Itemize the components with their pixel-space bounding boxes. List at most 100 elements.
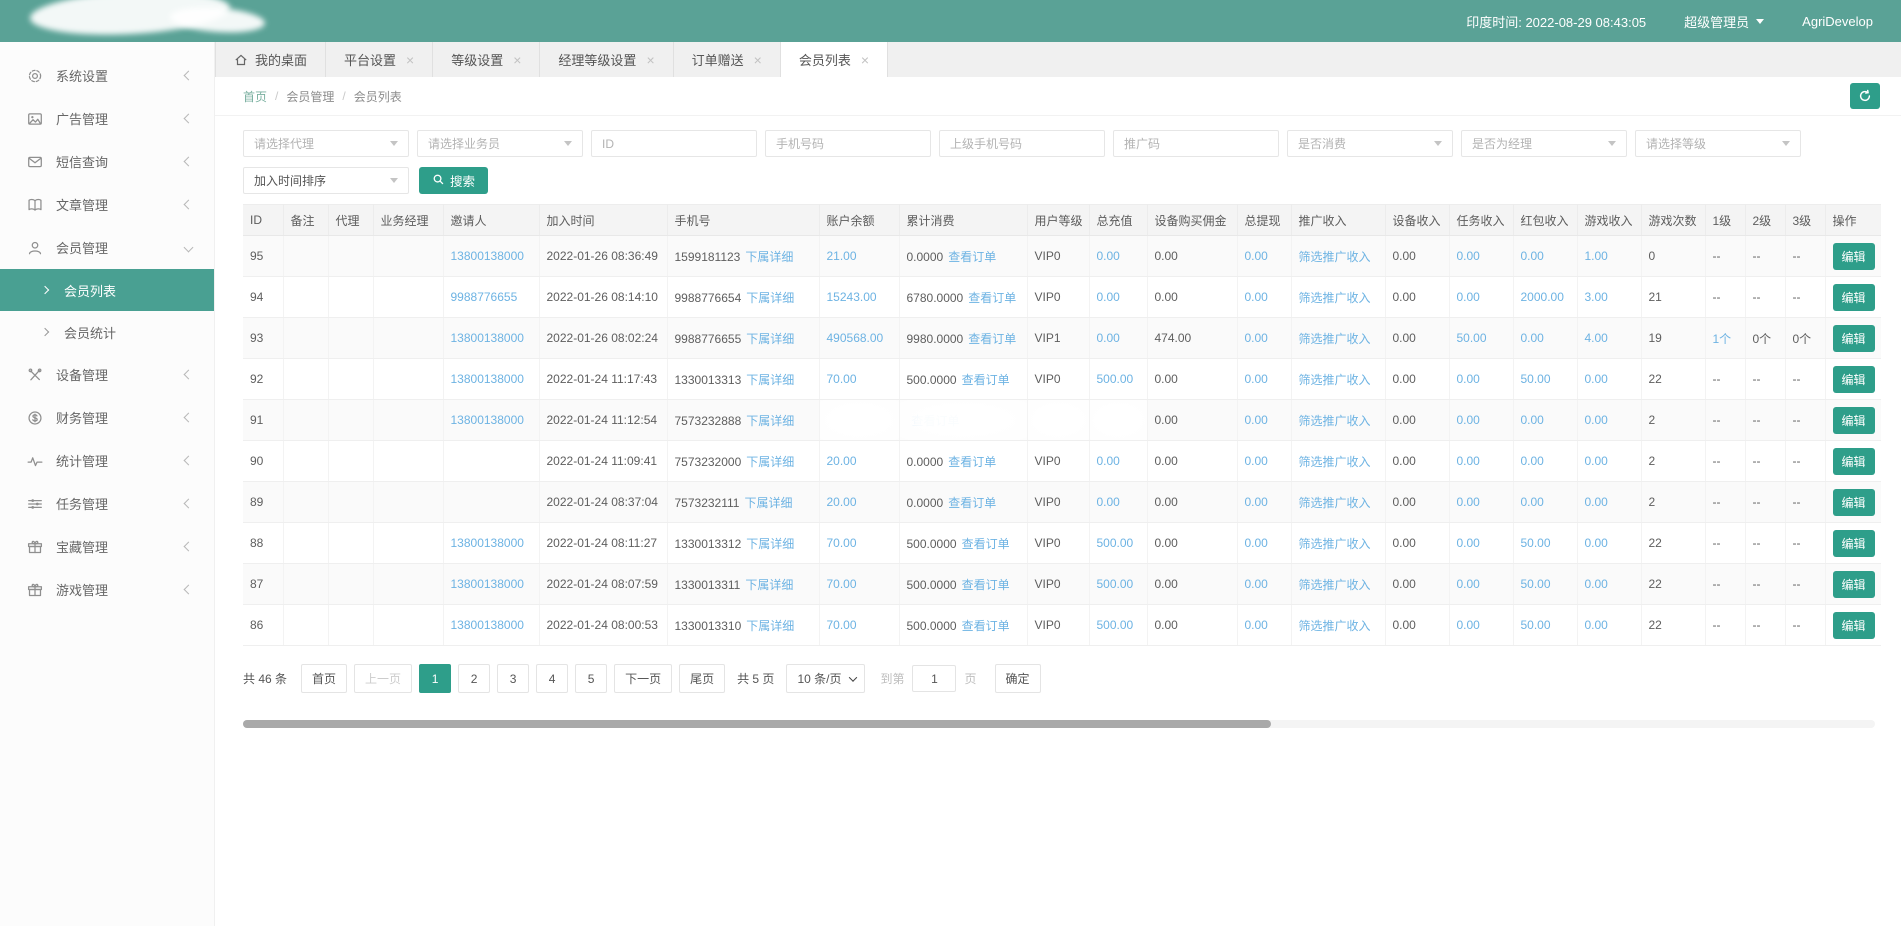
close-icon[interactable]: × [646, 53, 654, 67]
promo-income-link[interactable]: 筛选推广收入 [1299, 291, 1371, 305]
close-icon[interactable]: × [513, 53, 521, 67]
cell-link[interactable]: 下属详细 [746, 537, 794, 551]
cell-text[interactable]: 70.00 [827, 618, 857, 632]
cell-text[interactable]: 9988776655 [451, 290, 518, 304]
promo-income-link[interactable]: 筛选推广收入 [1299, 537, 1371, 551]
cell-text[interactable]: 0.00 [1097, 290, 1120, 304]
promo-income-link[interactable]: 筛选推广收入 [1299, 496, 1371, 510]
confirm-button[interactable]: 确定 [995, 664, 1041, 693]
edit-button[interactable]: 编辑 [1833, 284, 1875, 311]
promo-income-link[interactable]: 筛选推广收入 [1299, 414, 1371, 428]
cell-text[interactable]: 0.00 [1457, 495, 1480, 509]
cell-text[interactable]: 13800138000 [451, 249, 524, 263]
cell-text[interactable]: 0.00 [1245, 372, 1268, 386]
cell-text[interactable]: 0.00 [1585, 536, 1608, 550]
cell-link[interactable]: 下属详细 [745, 250, 793, 264]
cell-link[interactable]: 查看订单 [948, 455, 996, 469]
edit-button[interactable]: 编辑 [1833, 407, 1875, 434]
admin-menu[interactable]: 超级管理员 [1684, 12, 1764, 31]
cell-text[interactable]: 0.00 [1245, 577, 1268, 591]
cell-text[interactable]: 0.00 [1245, 290, 1268, 304]
cell-link[interactable]: 查看订单 [948, 250, 996, 264]
edit-button[interactable]: 编辑 [1833, 530, 1875, 557]
next-page-button[interactable]: 下一页 [614, 664, 672, 693]
scrollbar-thumb[interactable] [243, 720, 1271, 728]
sidebar-item-统计管理[interactable]: 统计管理 [0, 439, 214, 482]
cell-link[interactable]: 下属详细 [746, 373, 794, 387]
cell-text[interactable]: 0.00 [1097, 249, 1120, 263]
cell-text[interactable]: 15243.00 [827, 290, 877, 304]
cell-link[interactable]: 查看订单 [968, 291, 1016, 305]
cell-text[interactable]: 50.00 [1457, 331, 1487, 345]
sidebar-item-会员管理[interactable]: 会员管理 [0, 226, 214, 269]
cell-link[interactable]: 下属详细 [746, 619, 794, 633]
cell-text[interactable]: 0.00 [1521, 454, 1544, 468]
page-button-3[interactable]: 3 [497, 664, 529, 693]
page-button-4[interactable]: 4 [536, 664, 568, 693]
sidebar-item-宝藏管理[interactable]: 宝藏管理 [0, 525, 214, 568]
tab-经理等级设置[interactable]: 经理等级设置× [540, 42, 673, 77]
tab-订单赠送[interactable]: 订单赠送× [674, 42, 781, 77]
cell-text[interactable]: 500.00 [1097, 536, 1134, 550]
last-page-button[interactable]: 尾页 [679, 664, 725, 693]
close-icon[interactable]: × [861, 53, 869, 67]
filter-input[interactable] [939, 130, 1105, 157]
cell-link[interactable]: 下属详细 [746, 291, 794, 305]
cell-text[interactable]: 0.00 [1457, 454, 1480, 468]
horizontal-scrollbar[interactable] [243, 720, 1875, 728]
cell-text[interactable]: 0.00 [1245, 413, 1268, 427]
cell-text[interactable]: 3.00 [1585, 290, 1608, 304]
edit-button[interactable]: 编辑 [1833, 489, 1875, 516]
edit-button[interactable]: 编辑 [1833, 366, 1875, 393]
page-size-select[interactable]: 10 条/页 [786, 664, 865, 693]
sidebar-item-游戏管理[interactable]: 游戏管理 [0, 568, 214, 611]
cell-link[interactable]: 下属详细 [746, 414, 794, 428]
filter-select[interactable]: 是否为经理 [1461, 130, 1627, 157]
page-button-2[interactable]: 2 [458, 664, 490, 693]
cell-text[interactable]: 500.00 [1097, 372, 1134, 386]
cell-link[interactable]: 下属详细 [746, 332, 794, 346]
cell-link[interactable]: 查看订单 [912, 414, 960, 428]
promo-income-link[interactable]: 筛选推广收入 [1299, 578, 1371, 592]
promo-income-link[interactable]: 筛选推广收入 [1299, 619, 1371, 633]
cell-text[interactable]: 50.00 [1521, 618, 1551, 632]
cell-text[interactable]: 500.00 [1097, 577, 1134, 591]
cell-text[interactable]: 0.00 [1585, 454, 1608, 468]
cell-text[interactable]: 0.00 [1585, 413, 1608, 427]
cell-text[interactable]: 2000.00 [1521, 290, 1564, 304]
cell-text[interactable]: 0.00 [1245, 495, 1268, 509]
goto-page-input[interactable] [912, 665, 956, 692]
cell-text[interactable]: 0.00 [1457, 577, 1480, 591]
cell-text[interactable]: 0.00 [1521, 413, 1544, 427]
cell-text[interactable]: 50.00 [1521, 577, 1551, 591]
cell-link[interactable]: 查看订单 [962, 537, 1010, 551]
edit-button[interactable]: 编辑 [1833, 448, 1875, 475]
prev-page-button[interactable]: 上一页 [354, 664, 412, 693]
breadcrumb-item[interactable]: 首页 [243, 88, 267, 105]
cell-text[interactable]: 13800138000 [451, 577, 524, 591]
filter-select[interactable]: 是否消费 [1287, 130, 1453, 157]
cell-text[interactable]: 13800138000 [451, 618, 524, 632]
cell-text[interactable]: 70.00 [827, 536, 857, 550]
breadcrumb-item[interactable]: 会员管理 [286, 88, 334, 105]
refresh-button[interactable] [1850, 83, 1880, 109]
tab-我的桌面[interactable]: 我的桌面 [215, 42, 326, 77]
close-icon[interactable]: × [406, 53, 414, 67]
edit-button[interactable]: 编辑 [1833, 243, 1875, 270]
page-button-1[interactable]: 1 [419, 664, 451, 693]
cell-text[interactable]: 0.00 [1097, 495, 1120, 509]
cell-link[interactable]: 下属详细 [746, 455, 794, 469]
cell-text[interactable]: 0.00 [1457, 536, 1480, 550]
cell-text[interactable]: 0.00 [1457, 372, 1480, 386]
cell-text[interactable]: 0.00 [1585, 495, 1608, 509]
filter-select[interactable]: 请选择代理 [243, 130, 409, 157]
filter-input[interactable] [591, 130, 757, 157]
cell-text[interactable]: 0.00 [1457, 413, 1480, 427]
cell-text[interactable]: 0.00 [1097, 454, 1120, 468]
cell-text[interactable]: 70.00 [827, 577, 857, 591]
cell-text[interactable]: 0.00 [1585, 577, 1608, 591]
cell-text[interactable]: 0.00 [1097, 331, 1120, 345]
cell-text[interactable]: 0.00 [1457, 618, 1480, 632]
tab-会员列表[interactable]: 会员列表× [781, 42, 888, 77]
filter-input[interactable] [1113, 130, 1279, 157]
